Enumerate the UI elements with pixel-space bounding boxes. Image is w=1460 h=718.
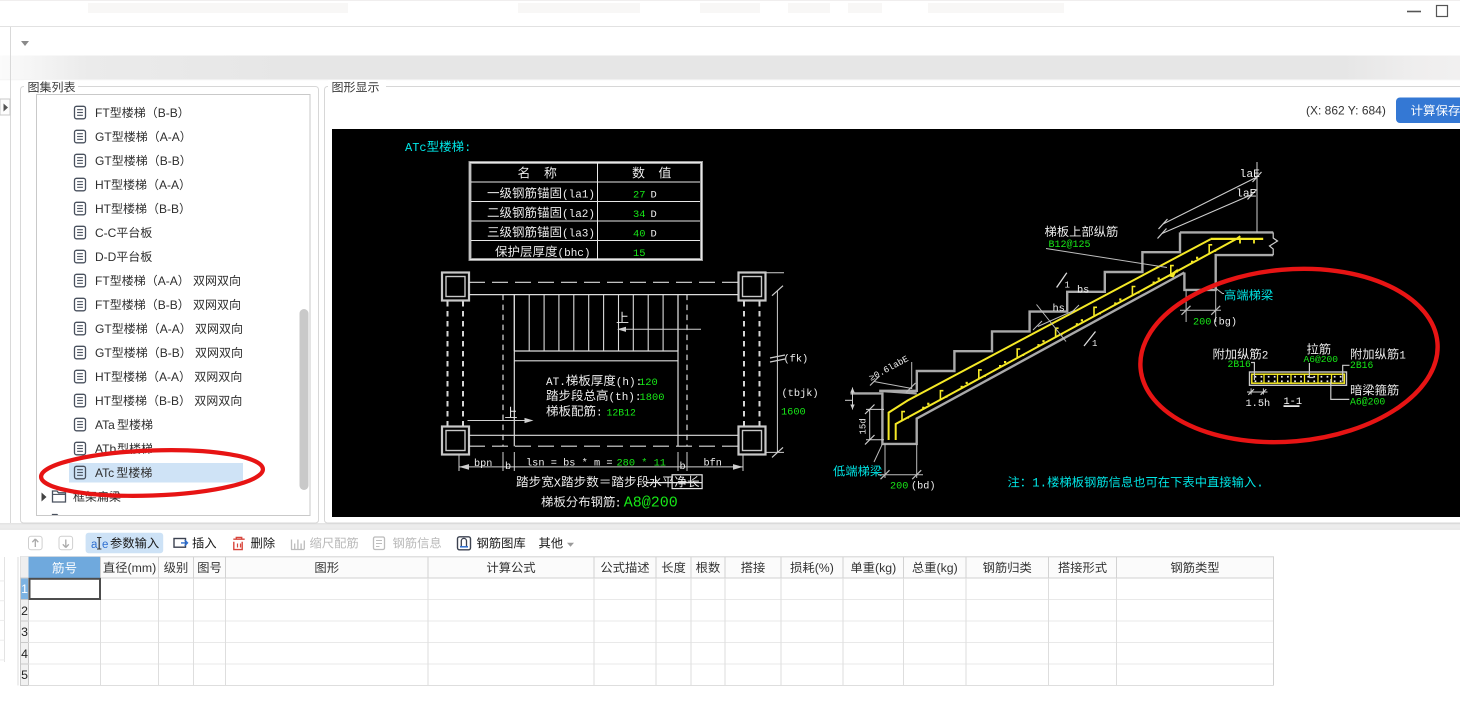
svg-text:ATc: ATc <box>95 466 114 480</box>
svg-text:C-C: C-C <box>95 226 117 240</box>
svg-text:HT: HT <box>95 178 112 192</box>
svg-text:2B16: 2B16 <box>1228 359 1251 370</box>
svg-text:A6@200: A6@200 <box>1350 397 1385 408</box>
svg-text:200: 200 <box>890 482 908 493</box>
svg-text:1600: 1600 <box>781 407 806 419</box>
svg-text:FT: FT <box>95 274 110 288</box>
svg-text:FT: FT <box>95 106 110 120</box>
svg-text:280 * 11: 280 * 11 <box>617 458 666 470</box>
svg-text:FT: FT <box>95 298 110 312</box>
svg-text:A8@200: A8@200 <box>624 494 678 511</box>
svg-text:1: 1 <box>1399 351 1406 363</box>
svg-text:D: D <box>651 229 657 241</box>
svg-text:HT: HT <box>95 370 112 384</box>
svg-text:laE: laE <box>1236 189 1257 201</box>
svg-text:(%): (%) <box>815 561 834 575</box>
svg-text:(X: 862 Y: 684): (X: 862 Y: 684) <box>1306 104 1386 118</box>
svg-text:hs: hs <box>1053 303 1065 315</box>
svg-text:(la1): (la1) <box>562 190 595 202</box>
svg-text:1.5h: 1.5h <box>1246 398 1271 410</box>
svg-text:lsn = bs * m =: lsn = bs * m = <box>526 458 613 470</box>
svg-text:B-B: B-B <box>158 298 178 312</box>
svg-text:B-B: B-B <box>159 202 179 216</box>
svg-text:(la3): (la3) <box>562 229 595 241</box>
svg-text:GT: GT <box>95 130 112 144</box>
svg-text:(bg): (bg) <box>1213 317 1237 329</box>
svg-text:.: . <box>1256 477 1264 491</box>
svg-text:15d: 15d <box>859 418 869 434</box>
svg-text:1: 1 <box>1092 339 1097 349</box>
svg-text:(kg): (kg) <box>875 561 896 575</box>
svg-text:A-A: A-A <box>159 178 179 192</box>
svg-text:1: 1 <box>21 582 28 596</box>
svg-text:1800: 1800 <box>640 392 665 404</box>
svg-text:2B16: 2B16 <box>1350 360 1373 371</box>
svg-text:5: 5 <box>21 668 28 682</box>
svg-text:GT: GT <box>95 346 112 360</box>
svg-text:A-A: A-A <box>160 322 180 336</box>
svg-text:D: D <box>651 209 657 221</box>
svg-text:bpn: bpn <box>474 458 492 470</box>
svg-text:ATc: ATc <box>405 141 427 155</box>
svg-text:(bhc): (bhc) <box>558 248 591 260</box>
svg-text:(th):: (th): <box>609 392 642 404</box>
svg-text:15: 15 <box>633 248 645 260</box>
svg-text:ATa: ATa <box>95 418 115 432</box>
svg-text:(tbjk): (tbjk) <box>782 388 819 400</box>
svg-text:2: 2 <box>1262 351 1269 363</box>
svg-text:120: 120 <box>639 377 658 389</box>
svg-text:B-B: B-B <box>160 154 180 168</box>
svg-text:X: X <box>554 476 561 490</box>
svg-text::: : <box>596 408 603 420</box>
svg-text::: : <box>464 141 471 155</box>
svg-text:D: D <box>651 190 657 202</box>
svg-text:34: 34 <box>633 209 645 221</box>
svg-text:HT: HT <box>95 202 112 216</box>
svg-text:a: a <box>91 539 98 551</box>
svg-text:b: b <box>505 461 511 473</box>
svg-text:A-A: A-A <box>159 370 179 384</box>
svg-text:1.: 1. <box>1032 477 1047 491</box>
svg-text:A-A: A-A <box>160 130 180 144</box>
svg-text:200: 200 <box>1193 318 1211 329</box>
svg-text:(fk): (fk) <box>784 354 809 366</box>
svg-text:D-D: D-D <box>95 250 117 264</box>
svg-text:(kg): (kg) <box>937 561 958 575</box>
svg-text:2: 2 <box>21 604 28 618</box>
svg-text:4: 4 <box>21 647 28 661</box>
svg-text:B-B: B-B <box>160 346 180 360</box>
svg-text:A6@200: A6@200 <box>1304 354 1339 365</box>
svg-text:GT: GT <box>95 322 112 336</box>
svg-text::: : <box>615 496 622 510</box>
svg-text:3: 3 <box>21 625 28 639</box>
svg-text:b: b <box>680 461 686 473</box>
svg-text:27: 27 <box>633 190 645 202</box>
svg-text:e: e <box>102 539 108 551</box>
svg-text:laE: laE <box>1240 169 1261 181</box>
svg-text:bs: bs <box>1077 285 1089 297</box>
svg-text:40: 40 <box>633 229 645 241</box>
svg-text:B-B: B-B <box>159 394 179 408</box>
svg-text:B12@125: B12@125 <box>1049 239 1091 251</box>
svg-text:(la2): (la2) <box>562 209 595 221</box>
svg-text:(bd): (bd) <box>911 481 935 493</box>
svg-text:AT.: AT. <box>546 377 566 389</box>
svg-text:12B12: 12B12 <box>607 408 637 419</box>
svg-text:B-B: B-B <box>158 106 178 120</box>
svg-text:bfn: bfn <box>704 458 722 470</box>
svg-text:(mm): (mm) <box>128 561 157 575</box>
svg-text:HT: HT <box>95 394 112 408</box>
svg-text:A-A: A-A <box>158 274 178 288</box>
svg-text:1: 1 <box>1065 281 1070 291</box>
svg-text:GT: GT <box>95 154 112 168</box>
